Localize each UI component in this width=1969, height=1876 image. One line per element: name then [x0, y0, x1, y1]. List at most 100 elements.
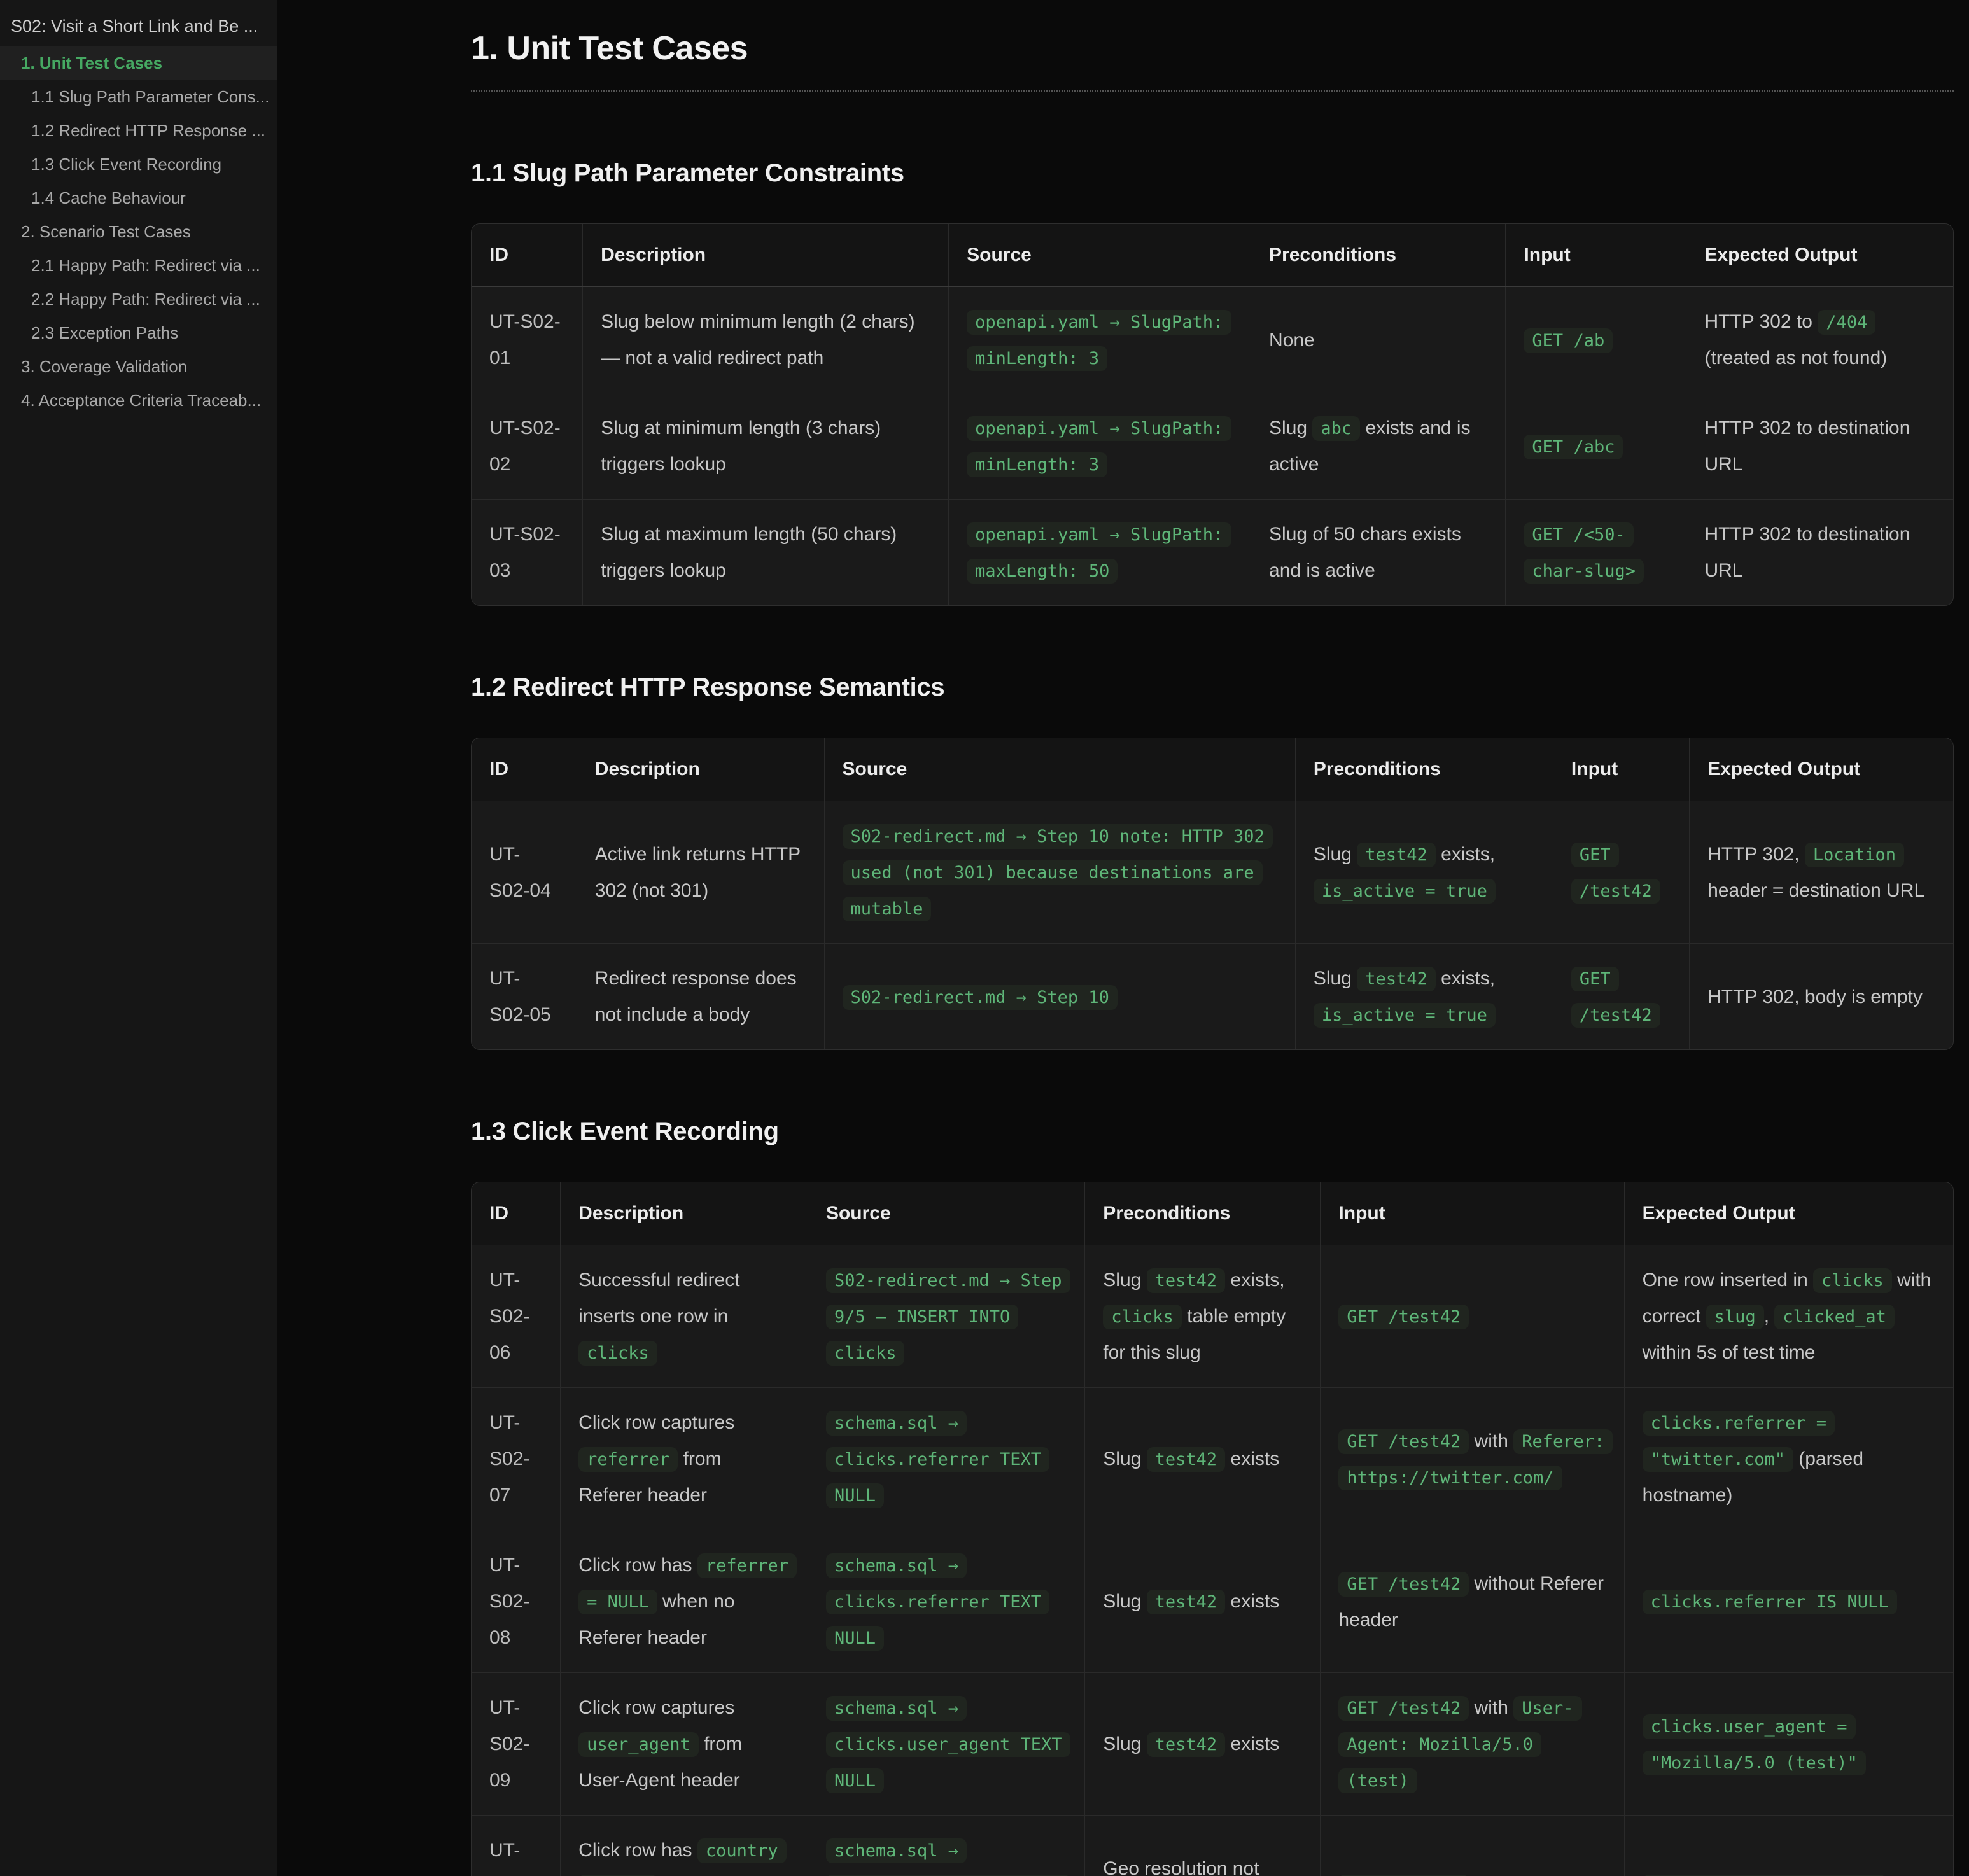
cell-input: GET /test42	[1553, 944, 1689, 1050]
cell-source: openapi.yaml → SlugPath: maxLength: 50	[949, 500, 1251, 606]
cell-id: UT-S02-04	[472, 801, 577, 944]
cell-input: GET /ab	[1506, 287, 1686, 393]
sidebar-item[interactable]: 1.3 Click Event Recording	[0, 148, 277, 181]
sidebar-item[interactable]: 4. Acceptance Criteria Traceab...	[0, 384, 277, 417]
cell-preconditions: None	[1251, 287, 1506, 393]
column-header: Input	[1553, 738, 1689, 801]
text-segment: HTTP 302 to destination URL	[1704, 417, 1910, 475]
section-heading: 1.1 Slug Path Parameter Constraints	[471, 159, 1954, 188]
text-segment: HTTP 302 to	[1704, 311, 1818, 332]
text-segment: UT-S02-01	[489, 311, 561, 368]
text-segment: Slug	[1103, 1270, 1146, 1291]
table-row: UT-S02-09Click row captures user_agent f…	[472, 1673, 1953, 1816]
text-segment: HTTP 302 to destination URL	[1704, 524, 1910, 581]
sidebar-item[interactable]: 2. Scenario Test Cases	[0, 215, 277, 249]
cell-expected: HTTP 302, body is empty	[1690, 944, 1953, 1050]
cell-source: schema.sql → clicks.referrer TEXT NULL	[808, 1530, 1084, 1673]
code-chip: test42	[1357, 843, 1436, 867]
sidebar-nav: 1. Unit Test Cases1.1 Slug Path Paramete…	[0, 46, 277, 417]
code-chip: is_active = true	[1314, 1003, 1496, 1028]
code-chip: test42	[1147, 1447, 1226, 1472]
text-segment: HTTP 302,	[1707, 844, 1805, 865]
column-header: Expected Output	[1624, 1182, 1953, 1245]
cell-description: Active link returns HTTP 302 (not 301)	[577, 801, 824, 944]
code-chip: test42	[1147, 1590, 1226, 1614]
code-chip: clicks.user_agent = "Mozilla/5.0 (test)"	[1643, 1714, 1866, 1775]
sidebar: S02: Visit a Short Link and Be ... 1. Un…	[0, 0, 277, 1876]
text-segment: Slug	[1103, 1448, 1146, 1469]
text-segment: UT-S02-07	[489, 1412, 529, 1506]
sidebar-item-active[interactable]: 1. Unit Test Cases	[0, 46, 277, 80]
test-case-table: IDDescriptionSourcePreconditionsInputExp…	[471, 223, 1954, 606]
cell-id: UT-S02-09	[472, 1673, 561, 1816]
column-header: ID	[472, 738, 577, 801]
text-segment: within 5s of test time	[1643, 1342, 1816, 1363]
sidebar-item[interactable]: 1.1 Slug Path Parameter Cons...	[0, 80, 277, 114]
text-segment: Click row has	[578, 1840, 697, 1861]
code-chip: GET /test42	[1571, 967, 1660, 1028]
cell-description: Click row captures referrer from Referer…	[561, 1388, 808, 1530]
cell-input: GET /test42	[1321, 1816, 1624, 1876]
text-segment: exists,	[1436, 968, 1495, 989]
code-chip: clicks.referrer IS NULL	[1643, 1590, 1897, 1614]
sidebar-item[interactable]: 2.2 Happy Path: Redirect via ...	[0, 283, 277, 316]
table-row: UT-S02-03Slug at maximum length (50 char…	[472, 500, 1953, 606]
text-segment: UT-S02-04	[489, 844, 551, 901]
text-segment: Click row captures	[578, 1412, 734, 1433]
cell-source: schema.sql → clicks.user_agent TEXT NULL	[808, 1673, 1084, 1816]
column-header: Expected Output	[1686, 224, 1953, 287]
test-case-table: IDDescriptionSourcePreconditionsInputExp…	[471, 1182, 1954, 1876]
text-segment: HTTP 302, body is empty	[1707, 986, 1923, 1007]
sidebar-item[interactable]: 3. Coverage Validation	[0, 350, 277, 384]
code-chip: is_active = true	[1314, 879, 1496, 904]
text-segment: Slug at minimum length (3 chars) trigger…	[601, 417, 881, 475]
column-header: Input	[1321, 1182, 1624, 1245]
main-content: 1. Unit Test Cases 1.1 Slug Path Paramet…	[277, 0, 1969, 1876]
code-chip: Location	[1805, 843, 1904, 867]
column-header: Preconditions	[1085, 1182, 1321, 1245]
code-chip: GET /test42	[1338, 1305, 1469, 1329]
cell-source: S02-redirect.md → Step 10	[824, 944, 1295, 1050]
code-chip: S02-redirect.md → Step 9/5 – INSERT INTO…	[826, 1268, 1070, 1366]
code-chip: GET /test42	[1571, 843, 1660, 904]
text-segment: Slug of 50 chars exists and is active	[1269, 524, 1461, 581]
text-segment: UT-S02-05	[489, 968, 551, 1025]
code-chip: schema.sql → clicks.user_agent TEXT NULL	[826, 1696, 1070, 1793]
text-segment: with	[1469, 1697, 1513, 1718]
sidebar-item[interactable]: 2.1 Happy Path: Redirect via ...	[0, 249, 277, 283]
code-chip: schema.sql → clicks.referrer TEXT NULL	[826, 1553, 1049, 1651]
cell-id: UT-S02-08	[472, 1530, 561, 1673]
sidebar-item[interactable]: 1.4 Cache Behaviour	[0, 181, 277, 215]
code-chip: S02-redirect.md → Step 10 note: HTTP 302…	[843, 824, 1273, 921]
table-row: UT-S02-10Click row has country = NULL wh…	[472, 1816, 1953, 1876]
text-segment: (treated as not found)	[1704, 347, 1887, 368]
code-chip: schema.sql → clicks.country CHAR(2) NULL	[826, 1838, 1070, 1876]
cell-preconditions: Slug of 50 chars exists and is active	[1251, 500, 1506, 606]
code-chip: openapi.yaml → SlugPath: minLength: 3	[967, 416, 1231, 477]
text-segment: exists	[1225, 1448, 1279, 1469]
text-segment: Slug	[1103, 1733, 1146, 1754]
code-chip: schema.sql → clicks.referrer TEXT NULL	[826, 1411, 1049, 1508]
cell-expected: clicks.user_agent = "Mozilla/5.0 (test)"	[1624, 1673, 1953, 1816]
cell-input: GET /test42 with Referer: https://twitte…	[1321, 1388, 1624, 1530]
table-header-row: IDDescriptionSourcePreconditionsInputExp…	[472, 224, 1953, 287]
table-header-row: IDDescriptionSourcePreconditionsInputExp…	[472, 738, 1953, 801]
text-segment: Slug	[1269, 417, 1312, 438]
cell-expected: HTTP 302 to destination URL	[1686, 500, 1953, 606]
sidebar-item[interactable]: 1.2 Redirect HTTP Response ...	[0, 114, 277, 148]
column-header: Description	[577, 738, 824, 801]
text-segment: UT-S02-08	[489, 1555, 529, 1648]
column-header: Preconditions	[1295, 738, 1553, 801]
code-chip: GET /test42	[1338, 1429, 1469, 1454]
text-segment: header = destination URL	[1707, 880, 1924, 901]
table-header-row: IDDescriptionSourcePreconditionsInputExp…	[472, 1182, 1953, 1245]
code-chip: test42	[1357, 967, 1436, 991]
sidebar-item[interactable]: 2.3 Exception Paths	[0, 316, 277, 350]
cell-description: Redirect response does not include a bod…	[577, 944, 824, 1050]
sidebar-document-title[interactable]: S02: Visit a Short Link and Be ...	[0, 9, 277, 46]
code-chip: test42	[1147, 1732, 1226, 1757]
table-row: UT-S02-08Click row has referrer = NULL w…	[472, 1530, 1953, 1673]
text-segment: Slug below minimum length (2 chars) — no…	[601, 311, 915, 368]
cell-preconditions: Slug test42 exists, is_active = true	[1295, 801, 1553, 944]
code-chip: clicked_at	[1774, 1305, 1895, 1329]
